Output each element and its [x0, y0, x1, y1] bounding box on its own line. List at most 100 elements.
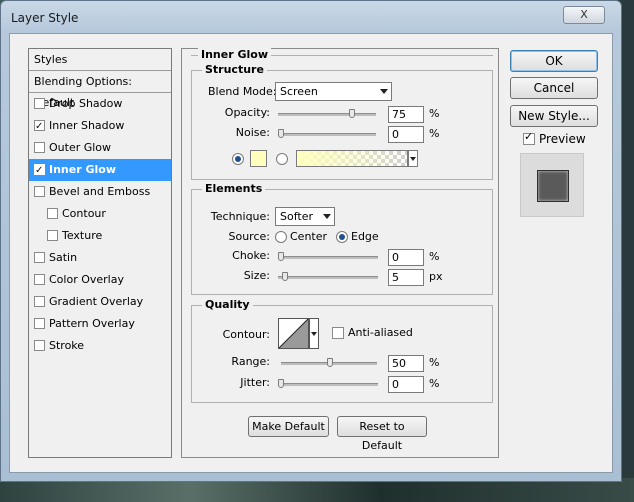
dialog-title: Layer Style: [11, 11, 79, 25]
list-item-satin[interactable]: Satin: [29, 247, 171, 269]
structure-title: Structure: [202, 63, 267, 76]
blend-mode-dropdown[interactable]: Screen: [275, 82, 392, 101]
structure-group: Structure Blend Mode: Screen Opacity: 75…: [191, 63, 493, 180]
choke-label: Choke:: [232, 249, 270, 262]
list-item-label: Styles: [34, 53, 68, 66]
layer-style-dialog: Layer Style X Styles Blending Options: D…: [0, 0, 622, 482]
list-item-texture[interactable]: Texture: [29, 225, 171, 247]
choke-input[interactable]: 0: [388, 249, 424, 266]
range-input[interactable]: 50: [388, 355, 424, 372]
list-item-label: Contour: [62, 207, 106, 220]
anti-aliased-label: Anti-aliased: [348, 326, 413, 339]
jitter-label: Jitter:: [240, 376, 270, 389]
list-item-color-overlay[interactable]: Color Overlay: [29, 269, 171, 291]
contour-dropdown[interactable]: [309, 318, 319, 349]
color-overlay-checkbox[interactable]: [34, 274, 45, 285]
technique-value: Softer: [280, 210, 313, 223]
contour-picker[interactable]: [278, 318, 309, 349]
drop-shadow-checkbox[interactable]: [34, 98, 45, 109]
bevel-emboss-checkbox[interactable]: [34, 186, 45, 197]
size-slider[interactable]: [278, 272, 378, 281]
new-style-button[interactable]: New Style...: [510, 105, 598, 127]
satin-checkbox[interactable]: [34, 252, 45, 263]
close-button[interactable]: X: [563, 6, 605, 24]
choke-slider-thumb[interactable]: [278, 252, 284, 261]
noise-slider-thumb[interactable]: [278, 129, 284, 138]
inner-glow-checkbox[interactable]: [34, 160, 45, 181]
size-label: Size:: [243, 269, 270, 282]
list-item-styles[interactable]: Styles: [29, 49, 171, 71]
styles-list: Styles Blending Options: Default Drop Sh…: [28, 48, 172, 458]
source-edge-label: Edge: [351, 230, 379, 243]
outer-glow-checkbox[interactable]: [34, 142, 45, 153]
choke-unit: %: [429, 250, 440, 263]
preview-checkbox[interactable]: ✓: [523, 130, 535, 145]
reset-to-default-button[interactable]: Reset to Default: [337, 416, 427, 452]
list-item-outer-glow[interactable]: Outer Glow: [29, 137, 171, 159]
list-item-bevel-emboss[interactable]: Bevel and Emboss: [29, 181, 171, 203]
range-slider[interactable]: [281, 358, 377, 367]
list-item-label: Outer Glow: [49, 141, 112, 154]
quality-title: Quality: [202, 298, 253, 311]
list-item-contour[interactable]: Contour: [29, 203, 171, 225]
opacity-input[interactable]: 75: [388, 106, 424, 123]
glow-color-swatch[interactable]: [250, 150, 267, 167]
list-item-inner-glow[interactable]: Inner Glow: [29, 159, 171, 181]
list-item-gradient-overlay[interactable]: Gradient Overlay: [29, 291, 171, 313]
elements-title: Elements: [202, 182, 266, 195]
opacity-slider-thumb[interactable]: [349, 109, 355, 118]
list-item-drop-shadow[interactable]: Drop Shadow: [29, 93, 171, 115]
gradient-swatch[interactable]: [296, 150, 408, 167]
list-item-label: Gradient Overlay: [49, 295, 144, 308]
source-center-label: Center: [290, 230, 328, 243]
range-slider-thumb[interactable]: [327, 358, 333, 367]
gradient-overlay-checkbox[interactable]: [34, 296, 45, 307]
technique-dropdown[interactable]: Softer: [275, 207, 335, 226]
noise-slider[interactable]: [278, 129, 376, 138]
size-slider-thumb[interactable]: [282, 272, 288, 281]
inner-shadow-checkbox[interactable]: [34, 116, 45, 137]
list-item-label: Satin: [49, 251, 78, 264]
cancel-button[interactable]: Cancel: [510, 77, 598, 99]
color-radio[interactable]: [232, 153, 244, 165]
range-label: Range:: [231, 355, 270, 368]
jitter-input[interactable]: 0: [388, 376, 424, 393]
gradient-dropdown[interactable]: [408, 150, 418, 167]
make-default-button[interactable]: Make Default: [248, 416, 329, 437]
list-item-label: Color Overlay: [49, 273, 124, 286]
chevron-down-icon: [410, 157, 416, 161]
gradient-radio[interactable]: [276, 153, 288, 165]
contour-label: Contour:: [222, 328, 270, 341]
source-center-radio[interactable]: [275, 231, 287, 243]
close-icon: X: [580, 8, 588, 21]
texture-checkbox[interactable]: [47, 230, 58, 241]
anti-aliased-checkbox[interactable]: [332, 327, 344, 339]
style-preview: [520, 153, 584, 217]
opacity-slider[interactable]: [278, 109, 376, 118]
technique-label: Technique:: [210, 210, 270, 223]
noise-input[interactable]: 0: [388, 126, 424, 143]
opacity-unit: %: [429, 107, 440, 120]
source-edge-radio[interactable]: [336, 231, 348, 243]
size-input[interactable]: 5: [388, 269, 424, 286]
stroke-checkbox[interactable]: [34, 340, 45, 351]
contour-linear-icon: [279, 319, 308, 348]
contour-checkbox[interactable]: [47, 208, 58, 219]
preview-swatch: [537, 170, 569, 202]
blend-mode-value: Screen: [280, 85, 318, 98]
list-item-blending-options[interactable]: Blending Options: Default: [29, 71, 171, 109]
jitter-slider[interactable]: [278, 379, 378, 388]
list-item-stroke[interactable]: Stroke: [29, 335, 171, 357]
list-item-pattern-overlay[interactable]: Pattern Overlay: [29, 313, 171, 335]
title-bar[interactable]: Layer Style X: [1, 1, 621, 33]
list-item-inner-shadow[interactable]: Inner Shadow: [29, 115, 171, 137]
checkmark-icon: ✓: [524, 130, 534, 143]
pattern-overlay-checkbox[interactable]: [34, 318, 45, 329]
list-item-label: Inner Shadow: [49, 119, 125, 132]
choke-slider[interactable]: [278, 252, 378, 261]
noise-label: Noise:: [235, 126, 270, 139]
jitter-slider-thumb[interactable]: [278, 379, 284, 388]
opacity-label: Opacity:: [224, 106, 270, 119]
inner-glow-panel: Inner Glow Structure Blend Mode: Screen …: [181, 48, 499, 458]
ok-button[interactable]: OK: [510, 50, 598, 72]
